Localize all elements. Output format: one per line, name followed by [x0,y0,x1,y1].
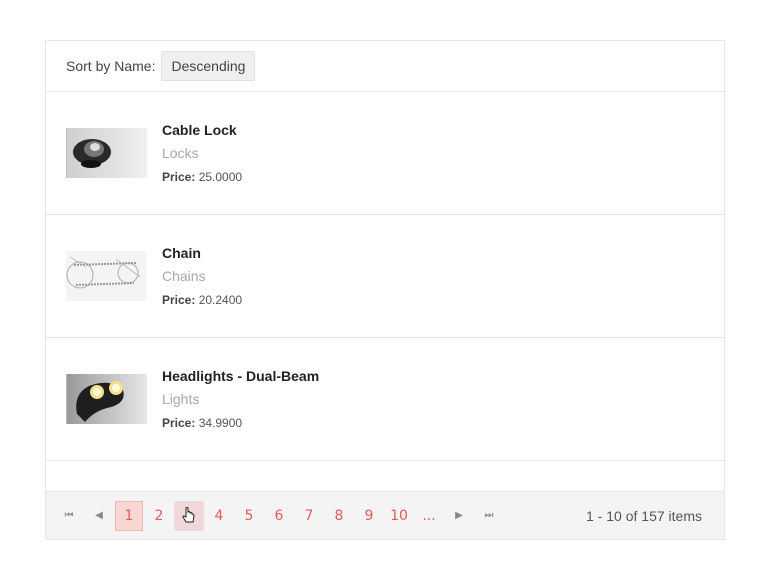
page-button-8[interactable]: 8 [324,501,354,531]
product-name: Headlights - Dual-Beam [162,368,320,384]
page-button-2[interactable]: 2 [144,501,174,531]
product-name: Cable Lock [162,122,237,138]
previous-page-icon[interactable]: ◀ [84,501,114,531]
sort-label: Sort by Name: [66,58,156,74]
last-page-icon[interactable]: ⏭ [474,501,504,531]
page-button-9[interactable]: 9 [354,501,384,531]
sort-toolbar: Sort by Name: Descending [46,41,724,92]
page-more-button[interactable]: ... [414,501,444,531]
product-listview: Sort by Name: Descending Cable Lock Lock… [45,40,725,540]
next-page-icon[interactable]: ▶ [444,501,474,531]
product-category: Lights [162,391,200,407]
pager-info: 1 - 10 of 157 items [586,507,702,524]
product-category: Chains [162,268,206,284]
page-button-7[interactable]: 7 [294,501,324,531]
pager: ⏮ ◀ 1 2 3 4 5 6 7 8 9 10 ... ▶ ⏭ 1 - 10 … [46,491,724,539]
page-button-1[interactable]: 1 [115,500,143,531]
list-item[interactable]: Chain Chains Price: 20.2400 [46,215,724,338]
sort-direction-button[interactable]: Descending [161,51,256,81]
page-button-5[interactable]: 5 [234,501,264,531]
list-item[interactable]: Headlights - Dual-Beam Lights Price: 34.… [46,338,724,461]
product-price: Price: 20.2400 [162,293,243,307]
product-category: Locks [162,145,199,161]
cable-lock-thumbnail [66,128,147,178]
product-list: Cable Lock Locks Price: 25.0000 Chain Ch… [46,92,724,492]
list-item[interactable]: Cable Lock Locks Price: 25.0000 [46,92,724,215]
headlights-thumbnail [66,374,147,424]
page-button-6[interactable]: 6 [264,501,294,531]
product-price: Price: 34.9900 [162,416,243,430]
page-button-4[interactable]: 4 [204,501,234,531]
hand-cursor-icon [182,506,195,522]
product-price: Price: 25.0000 [162,170,243,184]
first-page-icon[interactable]: ⏮ [54,501,84,531]
page-button-10[interactable]: 10 [384,501,414,531]
product-name: Chain [162,245,201,261]
chain-thumbnail [66,251,146,301]
page-button-3[interactable]: 3 [174,500,204,531]
